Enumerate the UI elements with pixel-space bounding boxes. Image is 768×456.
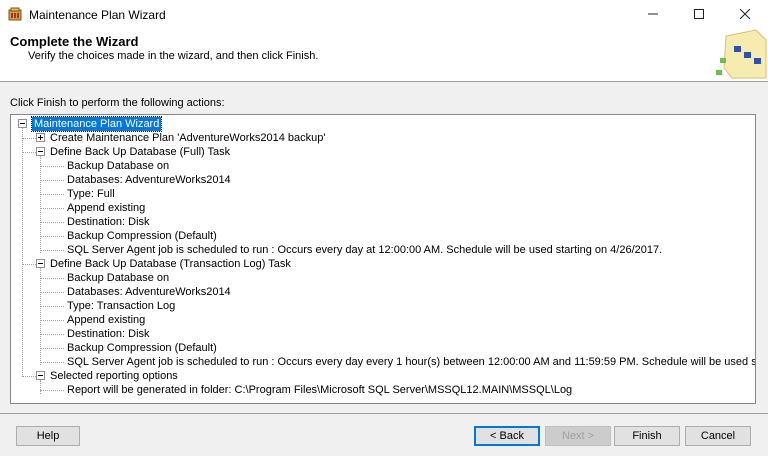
tree-connector bbox=[40, 166, 64, 167]
maintenance-plan-icon bbox=[8, 7, 22, 21]
title-bar: Maintenance Plan Wizard bbox=[0, 0, 768, 28]
minimize-button[interactable] bbox=[630, 0, 676, 28]
finish-button[interactable]: Finish bbox=[614, 426, 680, 446]
tree-connector bbox=[40, 250, 64, 251]
tree-leaf[interactable]: Type: Full bbox=[11, 187, 211, 201]
tree-connector bbox=[40, 292, 64, 293]
tree-leaf-label: Backup Compression (Default) bbox=[67, 230, 217, 242]
tree-connector bbox=[22, 264, 36, 265]
tree-connector bbox=[40, 306, 64, 307]
tree-leaf[interactable]: Type: Transaction Log bbox=[11, 299, 231, 313]
tree-leaf-label: Backup Compression (Default) bbox=[67, 342, 217, 354]
collapse-icon[interactable] bbox=[36, 371, 45, 380]
tree-connector bbox=[22, 138, 36, 139]
tree-leaf-label: Append existing bbox=[67, 202, 146, 214]
tree-node-root[interactable]: Maintenance Plan Wizard bbox=[11, 116, 163, 132]
tree-leaf-label: Type: Transaction Log bbox=[67, 300, 176, 312]
tree-node-label: Selected reporting options bbox=[50, 370, 178, 382]
tree-leaf[interactable]: SQL Server Agent job is scheduled to run… bbox=[11, 243, 662, 257]
collapse-icon[interactable] bbox=[18, 119, 27, 128]
tree-connector bbox=[40, 180, 64, 181]
tree-leaf[interactable]: SQL Server Agent job is scheduled to run… bbox=[11, 355, 755, 369]
tree-connector bbox=[22, 152, 36, 153]
tree-connector bbox=[40, 208, 64, 209]
tree-leaf-label: Backup Database on bbox=[67, 272, 170, 284]
collapse-icon[interactable] bbox=[36, 147, 45, 156]
maximize-icon bbox=[694, 9, 704, 19]
tree-connector bbox=[40, 334, 64, 335]
footer-divider bbox=[0, 413, 768, 414]
close-button[interactable] bbox=[722, 0, 768, 28]
tree-leaf[interactable]: Databases: AdventureWorks2014 bbox=[11, 285, 231, 299]
tree-connector bbox=[40, 348, 64, 349]
collapse-icon[interactable] bbox=[36, 259, 45, 268]
tree-leaf-label: Destination: Disk bbox=[67, 328, 150, 340]
window-title: Maintenance Plan Wizard bbox=[29, 8, 166, 22]
tree-connector bbox=[40, 320, 64, 321]
back-button[interactable]: < Back bbox=[474, 426, 540, 446]
tree-connector bbox=[22, 376, 36, 377]
tree-leaf[interactable]: Backup Database on bbox=[11, 159, 211, 173]
summary-tree[interactable]: Maintenance Plan Wizard Create Maintenan… bbox=[10, 114, 756, 404]
tree-connector bbox=[40, 390, 64, 391]
close-icon bbox=[740, 9, 750, 19]
tree-connector bbox=[40, 236, 64, 237]
tree-node-log-task[interactable]: Define Back Up Database (Transaction Log… bbox=[11, 257, 311, 271]
cancel-button[interactable]: Cancel bbox=[685, 426, 751, 446]
tree-leaf-label: Databases: AdventureWorks2014 bbox=[67, 286, 231, 298]
tree-leaf-label: Destination: Disk bbox=[67, 216, 150, 228]
tree-connector bbox=[40, 278, 64, 279]
tree-leaf-label: SQL Server Agent job is scheduled to run… bbox=[67, 244, 663, 256]
instructions-label: Click Finish to perform the following ac… bbox=[10, 97, 225, 109]
tree-leaf[interactable]: Backup Compression (Default) bbox=[11, 341, 231, 355]
tree-leaf[interactable]: Backup Compression (Default) bbox=[11, 229, 231, 243]
tree-leaf[interactable]: Destination: Disk bbox=[11, 215, 211, 229]
tree-leaf[interactable]: Append existing bbox=[11, 313, 211, 327]
tree-leaf[interactable]: Databases: AdventureWorks2014 bbox=[11, 173, 231, 187]
help-button[interactable]: Help bbox=[16, 426, 80, 446]
tree-leaf-label: Type: Full bbox=[67, 188, 115, 200]
tree-node-reporting[interactable]: Selected reporting options bbox=[11, 369, 211, 383]
tree-leaf[interactable]: Append existing bbox=[11, 201, 211, 215]
page-subtitle: Verify the choices made in the wizard, a… bbox=[28, 50, 319, 62]
minimize-icon bbox=[648, 13, 658, 15]
tree-leaf-label: Backup Database on bbox=[67, 160, 170, 172]
wizard-banner-graphic bbox=[716, 29, 767, 79]
page-title: Complete the Wizard bbox=[10, 34, 139, 49]
tree-leaf-label: Report will be generated in folder: C:\P… bbox=[67, 384, 573, 396]
tree-leaf[interactable]: Report will be generated in folder: C:\P… bbox=[11, 383, 572, 397]
tree-leaf-label: SQL Server Agent job is scheduled to run… bbox=[67, 356, 755, 368]
tree-leaf-label: Databases: AdventureWorks2014 bbox=[67, 174, 231, 186]
tree-node-full-task[interactable]: Define Back Up Database (Full) Task bbox=[11, 145, 271, 159]
tree-root-label: Maintenance Plan Wizard bbox=[30, 116, 163, 132]
wizard-header: Complete the Wizard Verify the choices m… bbox=[0, 28, 768, 82]
next-button[interactable]: Next > bbox=[545, 426, 611, 446]
tree-node-label: Define Back Up Database (Full) Task bbox=[50, 146, 231, 158]
tree-node-label: Create Maintenance Plan 'AdventureWorks2… bbox=[50, 132, 326, 144]
tree-leaf[interactable]: Backup Database on bbox=[11, 271, 211, 285]
tree-node-create-plan[interactable]: Create Maintenance Plan 'AdventureWorks2… bbox=[11, 131, 326, 145]
tree-connector bbox=[40, 194, 64, 195]
tree-node-label: Define Back Up Database (Transaction Log… bbox=[50, 258, 291, 270]
tree-connector bbox=[40, 362, 64, 363]
tree-leaf-label: Append existing bbox=[67, 314, 146, 326]
maximize-button[interactable] bbox=[676, 0, 722, 28]
expand-icon[interactable] bbox=[36, 133, 45, 142]
tree-connector bbox=[40, 222, 64, 223]
tree-leaf[interactable]: Destination: Disk bbox=[11, 327, 211, 341]
